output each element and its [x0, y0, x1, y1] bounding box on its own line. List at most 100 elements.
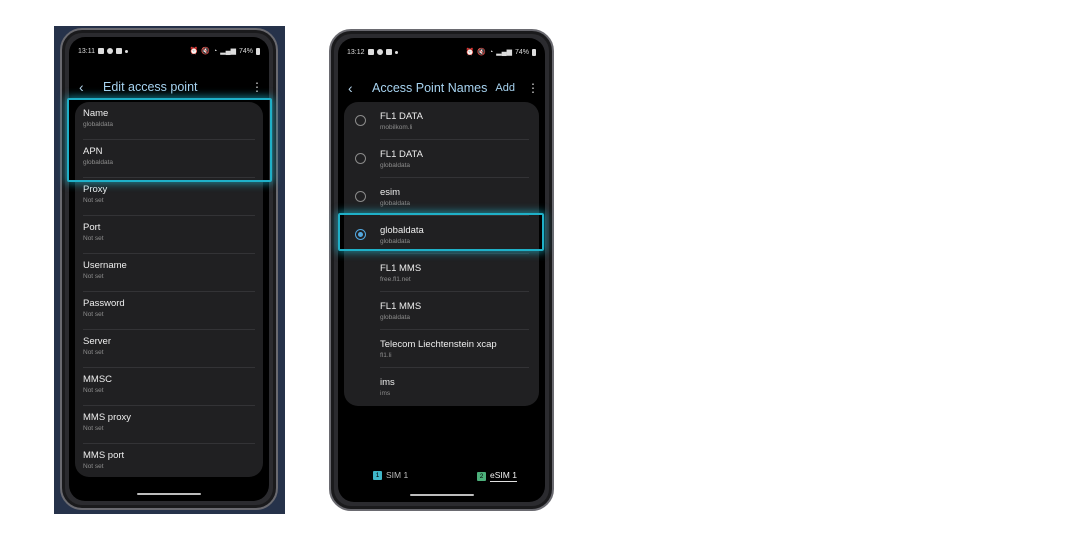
radio-unselected-icon[interactable] — [355, 191, 366, 202]
apn-field-password[interactable]: Password Not set — [75, 292, 263, 330]
field-label: Server — [83, 336, 111, 347]
field-label: MMSC — [83, 374, 113, 385]
status-bar: 13:12 ⏰ 🔇 ◔ ▂▄▆ 74% — [338, 46, 545, 58]
alarm-icon: ⏰ — [189, 48, 199, 55]
right-screen: 13:12 ⏰ 🔇 ◔ ▂▄▆ 74% ‹ Access Point Names… — [338, 38, 545, 502]
field-label: Password — [83, 298, 125, 309]
field-value: Not set — [83, 311, 104, 318]
apn-field-mms-port[interactable]: MMS port Not set — [75, 444, 263, 477]
field-label: Proxy — [83, 184, 108, 195]
radio-unselected-icon[interactable] — [355, 153, 366, 164]
field-value: Not set — [83, 387, 104, 394]
field-label: Port — [83, 222, 101, 233]
apn-value: globaldata — [380, 200, 410, 207]
apn-value: globaldata — [380, 314, 410, 321]
notification-dot-icon — [394, 50, 398, 54]
home-indicator[interactable] — [409, 493, 474, 496]
b-icon — [116, 48, 122, 54]
battery-icon — [532, 48, 536, 56]
field-label: Name — [83, 108, 109, 119]
sim-tab-2[interactable]: 2 eSIM 1 — [477, 470, 517, 482]
left-phone: 13:11 ⏰ 🔇 ◔ ▂▄▆ 74% ‹ Edit access point … — [60, 28, 278, 510]
apn-list-item[interactable]: esim globaldata — [344, 178, 539, 216]
apn-value: free.fl1.net — [380, 276, 411, 283]
sim-tab-label: eSIM 1 — [490, 470, 517, 482]
field-value: Not set — [83, 463, 104, 470]
right-phone: 13:12 ⏰ 🔇 ◔ ▂▄▆ 74% ‹ Access Point Names… — [329, 29, 554, 511]
apn-name: FL1 DATA — [380, 149, 423, 160]
sim-tabs: 1 SIM 1 2 eSIM 1 — [338, 470, 545, 484]
back-arrow-icon[interactable]: ‹ — [348, 81, 362, 95]
apn-field-apn[interactable]: APN globaldata — [75, 140, 263, 178]
apn-name: FL1 MMS — [380, 301, 422, 312]
apn-fields-list: Name globaldata APN globaldata Proxy Not set P… — [75, 102, 263, 477]
gallery-icon — [367, 49, 374, 55]
apn-list-item[interactable]: FL1 DATA globaldata — [344, 140, 539, 178]
whatsapp-icon — [376, 49, 383, 55]
mute-icon: 🔇 — [477, 49, 487, 56]
apn-field-name[interactable]: Name globaldata — [75, 102, 263, 140]
back-arrow-icon[interactable]: ‹ — [79, 80, 93, 94]
wifi-icon: ◔ — [213, 47, 218, 55]
apn-list: FL1 DATA mobilkom.li FL1 DATA globaldata esi… — [344, 102, 539, 406]
battery-level: 74% — [514, 48, 529, 56]
field-value: globaldata — [83, 121, 113, 128]
apn-list-item[interactable]: FL1 MMS globaldata — [344, 292, 539, 330]
apn-field-server[interactable]: Server Not set — [75, 330, 263, 368]
field-value: Not set — [83, 197, 104, 204]
apn-field-proxy[interactable]: Proxy Not set — [75, 178, 263, 216]
battery-level: 74% — [238, 47, 253, 55]
apn-value: fl1.li — [380, 352, 392, 359]
apn-list-item[interactable]: FL1 DATA mobilkom.li — [344, 102, 539, 140]
more-options-icon[interactable]: ⋮ — [251, 80, 263, 94]
apn-list-item[interactable]: Telecom Liechtenstein xcap fl1.li — [344, 330, 539, 368]
apn-name: globaldata — [380, 225, 424, 236]
status-bar: 13:11 ⏰ 🔇 ◔ ▂▄▆ 74% — [69, 45, 269, 57]
radio-unselected-icon[interactable] — [355, 115, 366, 126]
sim-tab-label: SIM 1 — [386, 470, 409, 480]
field-label: MMS proxy — [83, 412, 132, 423]
apn-name: FL1 MMS — [380, 263, 422, 274]
apn-list-item[interactable]: FL1 MMS free.fl1.net — [344, 254, 539, 292]
apn-value: ims — [380, 390, 391, 397]
apn-field-mmsc[interactable]: MMSC Not set — [75, 368, 263, 406]
apn-list-item[interactable]: globaldata globaldata — [344, 216, 539, 254]
signal-icon: ▂▄▆ — [496, 49, 512, 56]
field-label: Username — [83, 260, 127, 271]
apn-name: Telecom Liechtenstein xcap — [380, 339, 497, 350]
app-bar: ‹ Access Point Names Add ⋮ — [338, 76, 545, 100]
mute-icon: 🔇 — [201, 48, 211, 55]
home-indicator[interactable] — [137, 492, 201, 495]
sim-card-icon: 2 — [477, 471, 486, 481]
apn-field-port[interactable]: Port Not set — [75, 216, 263, 254]
field-value: Not set — [83, 235, 104, 242]
radio-selected-icon[interactable] — [355, 229, 366, 240]
field-label: APN — [83, 146, 103, 157]
add-apn-button[interactable]: Add — [495, 82, 515, 94]
app-bar: ‹ Edit access point ⋮ — [69, 75, 269, 99]
whatsapp-icon — [107, 48, 113, 54]
status-time: 13:11 — [78, 47, 95, 55]
apn-name: esim — [380, 187, 401, 198]
apn-list-item[interactable]: ims ims — [344, 368, 539, 406]
apn-name: ims — [380, 377, 395, 388]
signal-icon: ▂▄▆ — [220, 48, 236, 55]
apn-name: FL1 DATA — [380, 111, 423, 122]
left-screen: 13:11 ⏰ 🔇 ◔ ▂▄▆ 74% ‹ Edit access point … — [69, 37, 269, 501]
apn-field-username[interactable]: Username Not set — [75, 254, 263, 292]
apn-field-mms-proxy[interactable]: MMS proxy Not set — [75, 406, 263, 444]
gallery-icon — [98, 48, 104, 54]
apn-value: globaldata — [380, 238, 410, 245]
status-time: 13:12 — [347, 48, 365, 56]
alarm-icon: ⏰ — [465, 49, 475, 56]
apn-value: mobilkom.li — [380, 124, 413, 131]
apn-value: globaldata — [380, 162, 410, 169]
field-value: Not set — [83, 425, 104, 432]
page-title: Edit access point — [103, 80, 198, 94]
field-value: Not set — [83, 273, 104, 280]
sim-tab-1[interactable]: 1 SIM 1 — [373, 470, 408, 480]
battery-icon — [256, 47, 260, 55]
field-value: Not set — [83, 349, 104, 356]
sim-card-icon: 1 — [373, 470, 382, 480]
more-options-icon[interactable]: ⋮ — [527, 81, 539, 95]
